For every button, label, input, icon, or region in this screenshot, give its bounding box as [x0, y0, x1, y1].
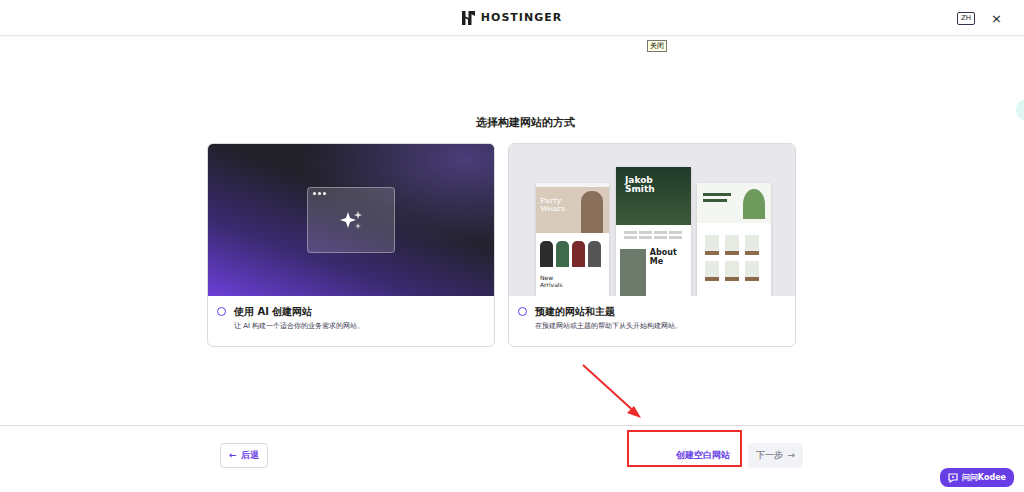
radio-button[interactable]: [217, 307, 226, 316]
close-button[interactable]: ×: [991, 12, 1002, 25]
preview-text: Party Wears: [540, 197, 574, 214]
option-card[interactable]: Party Wears New Arrivals Jakob Smith About …: [508, 143, 796, 347]
highlight-box: [627, 430, 742, 467]
radio-button[interactable]: [518, 307, 527, 316]
side-decoration: [1016, 100, 1024, 120]
blank-site-button[interactable]: 创建空白网站: [672, 444, 734, 467]
page-title: 选择构建网站的方式: [0, 36, 1024, 130]
preview-text: New Arrivals: [536, 269, 578, 288]
logo-text: HOSTINGER: [481, 11, 562, 24]
next-button[interactable]: 下一步 →: [748, 443, 803, 468]
option-description: 让 AI 构建一个适合你的业务需求的网站。: [234, 322, 364, 330]
main-content: 选择构建网站的方式使用 AI 创建网站让 AI 构建一个适合你的业务需求的网站。…: [0, 36, 1024, 425]
preview-text: Jakob Smith: [625, 176, 665, 195]
hostinger-logo-icon: [462, 11, 475, 25]
option-title: 使用 AI 创建网站: [234, 306, 364, 318]
template-preview: Jakob Smith About Me: [616, 167, 691, 296]
language-button[interactable]: ZH: [957, 12, 975, 25]
templates-preview: Party Wears New Arrivals Jakob Smith About …: [509, 144, 795, 296]
preview-text: About Me: [650, 249, 687, 296]
arrow-right-icon: →: [787, 450, 795, 460]
kodee-chat-button[interactable]: 问问Kodee: [940, 468, 1014, 487]
ai-preview: [208, 144, 494, 296]
next-label: 下一步: [756, 449, 783, 462]
bottom-bar: ← 后退 创建空白网站 下一步 →: [0, 425, 1024, 492]
chat-icon: [948, 473, 958, 483]
arrow-left-icon: ←: [229, 450, 237, 460]
option-title: 预建的网站和主题: [535, 306, 682, 318]
back-label: 后退: [241, 449, 259, 462]
annotation-arrow-icon: [575, 358, 647, 424]
option-description: 在预建网站或主题的帮助下从头开始构建网站。: [535, 322, 682, 330]
option-cards: 使用 AI 创建网站让 AI 构建一个适合你的业务需求的网站。 Party Wea…: [0, 143, 796, 347]
template-preview: Party Wears New Arrivals: [536, 183, 609, 296]
window-dots-icon: [313, 192, 326, 195]
header-actions: ZH ×: [957, 0, 1002, 36]
back-button[interactable]: ← 后退: [220, 443, 268, 468]
chat-label: 问问Kodee: [962, 472, 1006, 483]
template-preview: [697, 183, 771, 296]
tooltip: 关闭: [647, 40, 667, 52]
sparkle-icon: [338, 209, 364, 231]
logo: HOSTINGER: [462, 11, 562, 25]
option-card[interactable]: 使用 AI 创建网站让 AI 构建一个适合你的业务需求的网站。: [207, 143, 495, 347]
top-bar: HOSTINGER ZH ×: [0, 0, 1024, 36]
window-icon: [307, 187, 395, 253]
